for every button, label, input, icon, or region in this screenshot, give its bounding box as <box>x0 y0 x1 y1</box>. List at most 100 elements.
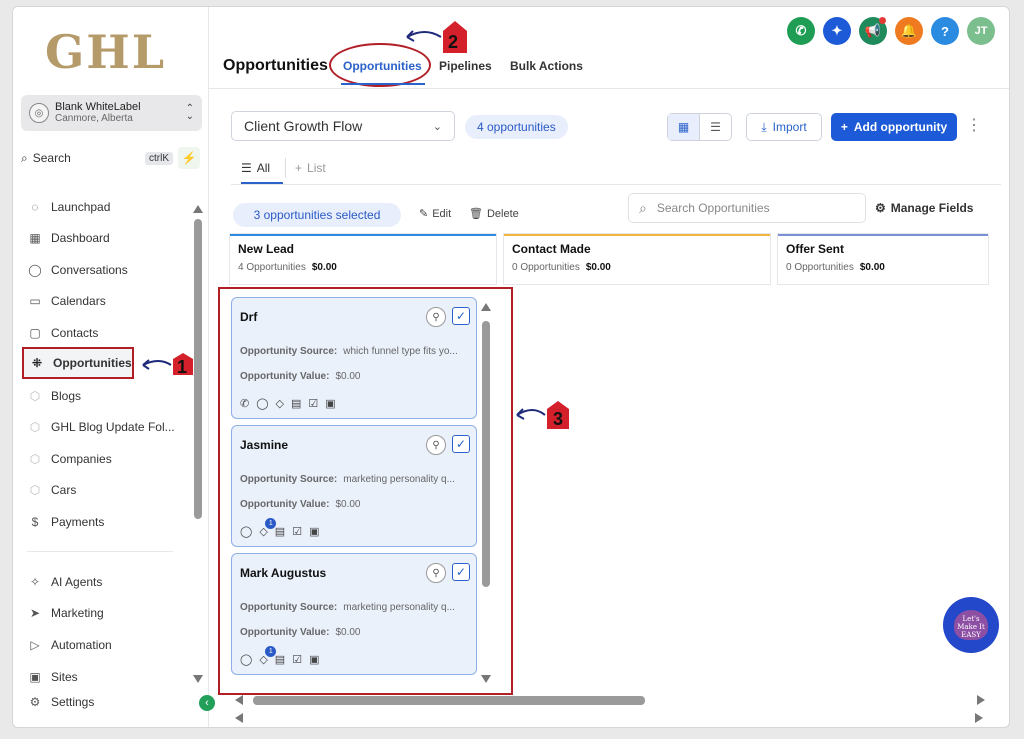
search-shortcut: ctrlK <box>145 151 173 165</box>
more-options-icon[interactable]: ⋮ <box>966 115 982 135</box>
manage-fields-button[interactable]: ⚙ Manage Fields <box>875 201 973 215</box>
lets-make-it-easy-badge[interactable]: Let's Make It EASY <box>943 597 999 653</box>
scroll-up-arrow[interactable] <box>193 205 203 213</box>
sidebar-item-ghl-blog-update[interactable]: ⬡ GHL Blog Update Fol... <box>27 417 175 437</box>
import-button[interactable]: ⤓ Import <box>746 113 822 141</box>
assign-user-icon[interactable]: ⚲ <box>426 435 446 455</box>
sidebar-item-ai-agents[interactable]: ✧ AI Agents <box>27 572 102 592</box>
header-actions: ✆ ✦ 📢 🔔 ? JT <box>787 17 995 45</box>
help-icon[interactable]: ? <box>931 17 959 45</box>
sidebar-item-opportunities[interactable]: ⁜ Opportunities <box>22 347 134 379</box>
column-summary: 0 Opportunities $0.00 <box>786 262 885 273</box>
appointment-icon[interactable]: ▣ <box>309 653 319 666</box>
sidebar-item-blogs[interactable]: ⬡ Blogs <box>27 386 81 406</box>
sidebar-item-companies[interactable]: ⬡ Companies <box>27 449 112 469</box>
sidebar-item-dashboard[interactable]: ▦ Dashboard <box>27 228 109 248</box>
tag-icon[interactable]: ◇ 1 <box>259 518 277 538</box>
card-checkbox[interactable]: ✓ <box>452 563 470 581</box>
add-opportunity-button[interactable]: + Add opportunity <box>831 113 957 141</box>
page-title: Opportunities <box>223 57 328 74</box>
search-icon: ⌕ <box>639 199 647 216</box>
magic-icon[interactable]: ✦ <box>823 17 851 45</box>
task-icon[interactable]: ☑ <box>292 653 302 666</box>
sidebar-item-calendars[interactable]: ▭ Calendars <box>27 291 105 311</box>
payments-icon: $ <box>31 515 39 529</box>
tab-pipelines[interactable]: Pipelines <box>439 59 492 73</box>
tab-opportunities[interactable]: Opportunities <box>343 59 422 73</box>
sidebar-item-sites[interactable]: ▣ Sites <box>27 667 77 687</box>
scroll-thumb[interactable] <box>482 321 490 587</box>
scroll-down-arrow[interactable] <box>481 675 491 683</box>
appointment-icon[interactable]: ▣ <box>309 525 319 538</box>
tag-icon[interactable]: ◇ <box>276 397 284 410</box>
board-horizontal-scrollbar[interactable] <box>235 695 985 705</box>
assign-user-icon[interactable]: ⚲ <box>426 307 446 327</box>
edit-button[interactable]: ✎ Edit <box>419 207 451 221</box>
card-checkbox[interactable]: ✓ <box>452 307 470 325</box>
opportunity-card[interactable]: Mark Augustus ⚲ ✓ Opportunity Source: mar… <box>231 553 477 675</box>
chat-icon[interactable]: ◯ <box>256 397 268 410</box>
chevron-updown-icon: ⌃ ⌄ <box>185 103 194 122</box>
column-offer-sent: Offer Sent 0 Opportunities $0.00 <box>777 233 989 285</box>
account-switcher[interactable]: ◎ Blank WhiteLabel Canmore, Alberta ⌃ ⌄ <box>21 95 202 131</box>
view-tab-all[interactable]: ☰ All <box>241 161 270 175</box>
tab-bulk-actions[interactable]: Bulk Actions <box>510 59 583 73</box>
note-icon[interactable]: ▤ <box>291 397 301 410</box>
search-button[interactable]: ⌕ Search ctrlK <box>21 147 173 169</box>
column-scrollbar[interactable] <box>481 303 491 683</box>
column-summary: 0 Opportunities $0.00 <box>512 262 611 273</box>
sidebar-item-marketing[interactable]: ➤ Marketing <box>27 603 104 623</box>
column-title: Offer Sent <box>786 242 845 256</box>
notification-dot <box>879 17 886 24</box>
bell-icon[interactable]: 🔔 <box>895 17 923 45</box>
sidebar-item-payments[interactable]: $ Payments <box>27 512 105 532</box>
appointment-icon[interactable]: ▣ <box>325 397 335 410</box>
scroll-thumb[interactable] <box>253 696 645 705</box>
avatar[interactable]: JT <box>967 17 995 45</box>
sidebar-item-automation[interactable]: ▷ Automation <box>27 635 111 655</box>
opportunity-card[interactable]: Jasmine ⚲ ✓ Opportunity Source: marketing… <box>231 425 477 547</box>
pipeline-select[interactable]: Client Growth Flow ⌄ <box>231 111 455 141</box>
card-source: Opportunity Source: which funnel type fit… <box>240 346 458 357</box>
sidebar-item-contacts[interactable]: ▢ Contacts <box>27 323 98 343</box>
bolt-icon[interactable]: ⚡ <box>178 147 200 169</box>
phone-icon[interactable]: ✆ <box>240 397 249 410</box>
tag-icon[interactable]: ◇ 1 <box>259 646 277 666</box>
task-icon[interactable]: ☑ <box>308 397 318 410</box>
account-name: Blank WhiteLabel <box>55 101 141 113</box>
list-view-icon[interactable]: ☰ <box>700 114 731 140</box>
card-actions: ◯ ◇ 1 ▤ ☑ ▣ <box>240 646 319 666</box>
note-icon[interactable]: ▤ <box>275 653 285 666</box>
scroll-right-arrow[interactable] <box>975 713 983 723</box>
sidebar-scrollbar[interactable] <box>193 205 203 683</box>
search-opportunities-input[interactable]: ⌕ Search Opportunities <box>628 193 866 223</box>
view-tab-baseline <box>231 184 1001 185</box>
sidebar-item-conversations[interactable]: ◯ Conversations <box>27 260 127 280</box>
assign-user-icon[interactable]: ⚲ <box>426 563 446 583</box>
annotation-number: 3 <box>553 409 564 429</box>
annotation-number: 2 <box>448 32 459 52</box>
sidebar-item-cars[interactable]: ⬡ Cars <box>27 480 77 500</box>
grid-view-icon[interactable]: ▦ <box>668 114 700 140</box>
chat-icon[interactable]: ◯ <box>240 525 252 538</box>
collapse-sidebar-icon[interactable]: ‹ <box>199 695 215 711</box>
delete-button[interactable]: 🗑 Delete <box>469 207 519 221</box>
view-tab-add-list[interactable]: + List <box>295 161 326 175</box>
card-checkbox[interactable]: ✓ <box>452 435 470 453</box>
scroll-right-arrow[interactable] <box>977 695 985 705</box>
card-source: Opportunity Source: marketing personality… <box>240 474 455 485</box>
chat-icon[interactable]: ◯ <box>240 653 252 666</box>
scroll-left-arrow[interactable] <box>235 695 243 705</box>
column-contact-made: Contact Made 0 Opportunities $0.00 <box>503 233 771 285</box>
scroll-left-arrow[interactable] <box>235 713 243 723</box>
sidebar-item-launchpad[interactable]: ◌ Launchpad <box>27 197 110 217</box>
scroll-down-arrow[interactable] <box>193 675 203 683</box>
gear-icon: ⚙ <box>29 695 41 709</box>
task-icon[interactable]: ☑ <box>292 525 302 538</box>
phone-icon[interactable]: ✆ <box>787 17 815 45</box>
megaphone-icon[interactable]: 📢 <box>859 17 887 45</box>
sidebar-item-settings[interactable]: ⚙ Settings <box>27 692 95 712</box>
note-icon[interactable]: ▤ <box>275 525 285 538</box>
scroll-up-arrow[interactable] <box>481 303 491 311</box>
opportunity-card[interactable]: Drf ⚲ ✓ Opportunity Source: which funnel … <box>231 297 477 419</box>
